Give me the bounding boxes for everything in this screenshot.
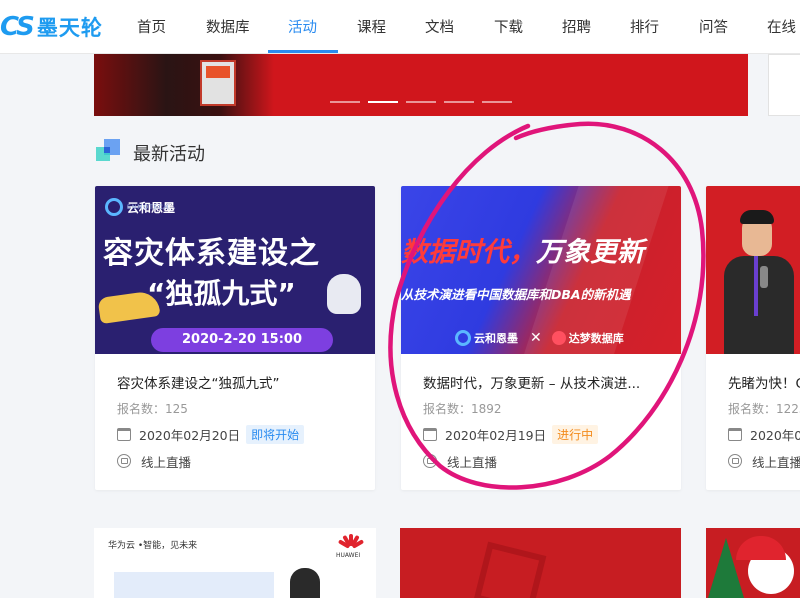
event-type-row: 线上直播 bbox=[423, 451, 497, 471]
section-icon bbox=[96, 139, 122, 163]
live-stream-icon bbox=[423, 454, 437, 468]
calendar-icon bbox=[728, 427, 742, 441]
event-type-row: 线上直播 bbox=[728, 451, 800, 471]
cover-pattern bbox=[473, 541, 547, 598]
santa-hat-icon bbox=[736, 536, 786, 560]
event-title[interactable]: 数据时代，万象更新 – 从技术演进... bbox=[423, 372, 640, 392]
event-cover-image[interactable] bbox=[706, 186, 800, 354]
logo-mark: CS bbox=[0, 12, 35, 42]
cover-decoration bbox=[516, 186, 676, 354]
event-title[interactable]: 先睹为快！C bbox=[728, 372, 800, 392]
site-logo[interactable]: CS 墨天轮 bbox=[0, 12, 103, 42]
huawei-cloud-slogan: 华为云 •智能，见未来 bbox=[108, 541, 198, 551]
nav-docs[interactable]: 文档 bbox=[425, 0, 454, 54]
event-card[interactable]: 数据时代，万象更新 从技术演进看中国数据库和DBA的新机遇 云和恩墨 ✕ 达梦数… bbox=[401, 186, 681, 490]
cover-headline-a: 数据时代， bbox=[401, 237, 536, 268]
carousel-indicators bbox=[330, 101, 512, 103]
status-badge: 即将开始 bbox=[246, 424, 305, 444]
cover-brand-sub: ENMOTECH bbox=[127, 204, 170, 211]
section-title: 最新活动 bbox=[133, 144, 205, 165]
event-date-row: 2020年02月19日 进行中 bbox=[423, 424, 599, 444]
status-badge: 进行中 bbox=[552, 424, 599, 444]
event-signup-count: 报名数：1892 bbox=[423, 402, 502, 416]
cover-headline: 容灾体系建设之 bbox=[103, 236, 320, 271]
nav-online[interactable]: 在线 bbox=[767, 0, 796, 54]
speaker-lanyard bbox=[754, 256, 758, 316]
logo-text: 墨天轮 bbox=[36, 16, 103, 40]
top-navbar: CS 墨天轮 首页 数据库 活动 课程 文档 下载 招聘 排行 问答 在线 bbox=[0, 0, 800, 54]
speaker-body bbox=[724, 256, 794, 354]
carousel-dot[interactable] bbox=[482, 101, 512, 103]
event-signup-count: 报名数：125 bbox=[117, 402, 188, 416]
side-panel bbox=[768, 54, 800, 116]
event-date: 2020年02月19日 bbox=[445, 427, 547, 443]
nav-download[interactable]: 下载 bbox=[494, 0, 523, 54]
event-signup-count: 报名数：1223 bbox=[728, 402, 800, 416]
live-stream-icon bbox=[728, 454, 742, 468]
cover-panel bbox=[114, 572, 274, 598]
event-card-christmas[interactable] bbox=[706, 528, 800, 598]
carousel-dot-active[interactable] bbox=[368, 101, 398, 103]
cover-headline-2: “独孤九式” bbox=[147, 277, 296, 310]
live-stream-icon bbox=[117, 454, 131, 468]
banner-image bbox=[94, 54, 274, 116]
event-title[interactable]: 容灾体系建设之“独孤九式” bbox=[117, 372, 280, 392]
calendar-icon bbox=[423, 427, 437, 441]
cover-headline-b: 万象更新 bbox=[536, 237, 644, 268]
event-card-huawei[interactable]: 华为云 •智能，见未来 HUAWEI bbox=[94, 528, 376, 598]
calendar-icon bbox=[117, 427, 131, 441]
nav-qa[interactable]: 问答 bbox=[699, 0, 728, 54]
enmotech-logo-icon bbox=[105, 198, 123, 216]
event-date: 2020年02月20日 bbox=[139, 427, 241, 443]
nav-courses[interactable]: 课程 bbox=[357, 0, 386, 54]
event-card[interactable]: 先睹为快！C 报名数：1223 2020年02 线上直播 bbox=[706, 186, 800, 490]
active-tab-indicator bbox=[268, 50, 338, 53]
carousel-dot[interactable] bbox=[406, 101, 436, 103]
nav-database[interactable]: 数据库 bbox=[206, 0, 250, 54]
speaker-image bbox=[290, 568, 320, 598]
dameng-logo-icon bbox=[551, 331, 566, 345]
event-type: 线上直播 bbox=[447, 454, 498, 470]
cover-date-banner: 2020-2-20 15:00 bbox=[151, 328, 333, 352]
event-card[interactable]: 云和恩墨 ENMOTECH 容灾体系建设之 “独孤九式” 2020-2-20 1… bbox=[95, 186, 375, 490]
event-type: 线上直播 bbox=[752, 454, 800, 470]
partner-b: 达梦数据库 bbox=[568, 332, 624, 345]
event-cover-image[interactable]: 云和恩墨 ENMOTECH 容灾体系建设之 “独孤九式” 2020-2-20 1… bbox=[95, 186, 375, 354]
carousel-dot[interactable] bbox=[330, 101, 360, 103]
collab-x-icon: ✕ bbox=[530, 330, 542, 346]
partner-a: 云和恩墨 bbox=[474, 332, 518, 345]
nav-ranking[interactable]: 排行 bbox=[630, 0, 659, 54]
carousel-dot[interactable] bbox=[444, 101, 474, 103]
nav-home[interactable]: 首页 bbox=[137, 0, 166, 54]
nav-events[interactable]: 活动 bbox=[288, 0, 317, 54]
event-card[interactable] bbox=[400, 528, 681, 598]
event-date-row: 2020年02月20日 即将开始 bbox=[117, 424, 305, 444]
event-date: 2020年02 bbox=[750, 427, 800, 443]
nav-jobs[interactable]: 招聘 bbox=[562, 0, 591, 54]
speaker-hair bbox=[740, 210, 774, 224]
event-type: 线上直播 bbox=[141, 454, 192, 470]
huawei-logo-text: HUAWEI bbox=[336, 552, 361, 559]
enmotech-logo-icon bbox=[455, 330, 471, 346]
cover-headline: 数据时代，万象更新 bbox=[401, 230, 644, 269]
event-date-row: 2020年02 bbox=[728, 424, 800, 444]
banner-badge-image bbox=[200, 60, 236, 106]
banner-carousel[interactable] bbox=[94, 54, 748, 116]
cover-partner-logos: 云和恩墨 ✕ 达梦数据库 bbox=[455, 330, 636, 346]
cover-subline: 从技术演进看中国数据库和DBA的新机遇 bbox=[401, 287, 631, 302]
illustration-astronaut bbox=[327, 274, 361, 314]
microphone-icon bbox=[760, 266, 768, 288]
event-type-row: 线上直播 bbox=[117, 451, 191, 471]
huawei-logo-icon bbox=[337, 534, 365, 550]
event-cover-image[interactable]: 数据时代，万象更新 从技术演进看中国数据库和DBA的新机遇 云和恩墨 ✕ 达梦数… bbox=[401, 186, 681, 354]
